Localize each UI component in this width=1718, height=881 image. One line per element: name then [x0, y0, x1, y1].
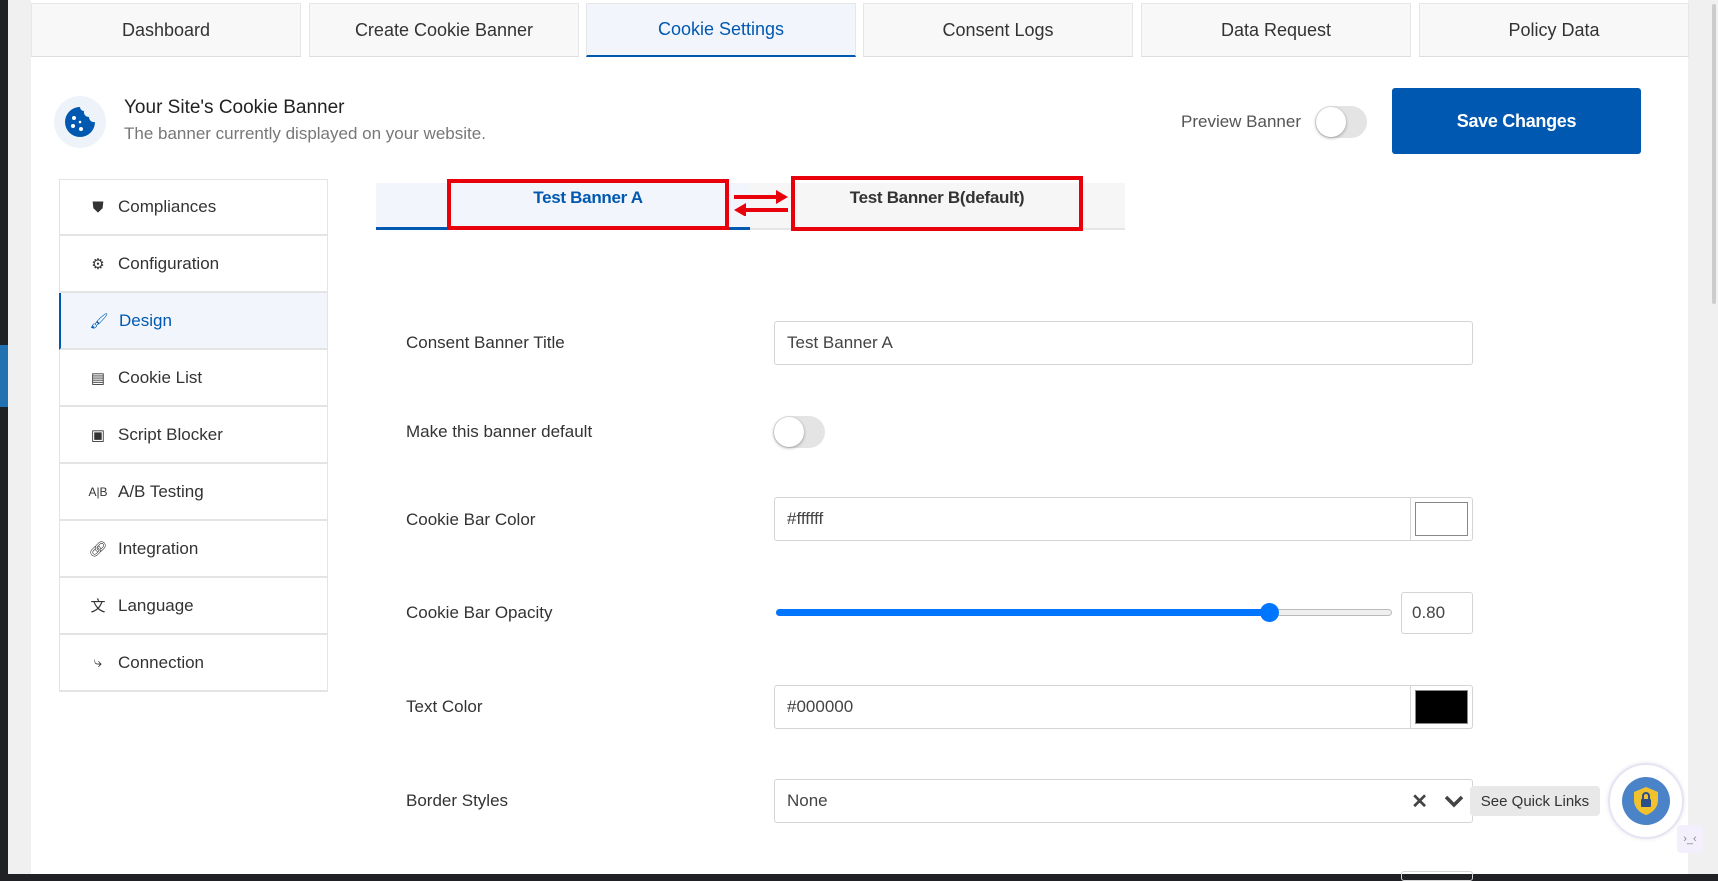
tab-create-cookie-banner[interactable]: Create Cookie Banner [309, 3, 579, 57]
text-color-value: #000000 [787, 697, 854, 716]
sidebar-item-label: Connection [118, 652, 205, 672]
quick-links-tooltip: See Quick Links [1470, 786, 1600, 816]
consent-title-label: Consent Banner Title [406, 333, 565, 352]
make-default-label: Make this banner default [406, 422, 593, 441]
tab-test-banner-b-label[interactable]: Test Banner B(default) [791, 188, 1083, 208]
tab-consent-logs[interactable]: Consent Logs [863, 3, 1133, 57]
border-styles-label: Border Styles [406, 791, 509, 810]
preview-banner-toggle[interactable] [1315, 106, 1367, 138]
assistant-widget-icon[interactable]: ›_‹ [1677, 825, 1703, 853]
chevron-down-icon[interactable] [1444, 794, 1464, 808]
ab-icon: A|B [88, 484, 108, 499]
shield-icon: ⛊ [92, 198, 104, 216]
text-color-label: Text Color [406, 697, 483, 716]
sidebar-item-label: Cookie List [118, 367, 203, 387]
text-color-input[interactable]: #000000 [774, 685, 1473, 729]
preview-banner-label: Preview Banner [1181, 112, 1302, 131]
sidebar-item-connection[interactable]: ⤷ Connection [59, 635, 328, 692]
shield-lock-icon [1634, 787, 1658, 815]
text-color-swatch[interactable] [1410, 686, 1472, 728]
opacity-slider-fill [776, 609, 1269, 616]
sidebar-item-cookie-list[interactable]: ▤ Cookie List [59, 350, 328, 407]
border-styles-select[interactable]: None ✕ [774, 779, 1473, 823]
gears-icon: ⚙ [91, 255, 105, 273]
left-edge-marker [0, 345, 8, 407]
sidebar-item-configuration[interactable]: ⚙ Configuration [59, 236, 328, 293]
sidebar-item-integration[interactable]: 🔗︎ Integration [59, 521, 328, 578]
scroll-icon: ▤ [90, 369, 106, 387]
sidebar-item-language[interactable]: 文 Language [59, 578, 328, 635]
clear-icon[interactable]: ✕ [1411, 789, 1428, 814]
tab-cookie-settings[interactable]: Cookie Settings [586, 3, 856, 57]
brush-icon: 🖌 [89, 312, 109, 330]
link-icon: 🔗︎ [88, 540, 108, 558]
page-subtitle: The banner currently displayed on your w… [124, 124, 486, 143]
sidebar-item-label: Language [118, 595, 194, 615]
tab-policy-data[interactable]: Policy Data [1419, 3, 1689, 57]
sidebar-item-script-blocker[interactable]: ▣ Script Blocker [59, 407, 328, 464]
tab-dashboard[interactable]: Dashboard [31, 3, 301, 57]
save-changes-button[interactable]: Save Changes [1392, 88, 1641, 154]
page-title: Your Site's Cookie Banner [124, 97, 345, 118]
cookie-icon [54, 96, 106, 148]
opacity-slider-thumb[interactable] [1259, 603, 1279, 622]
next-field-input[interactable] [1401, 871, 1473, 881]
cookie-bar-color-label: Cookie Bar Color [406, 510, 536, 529]
scrollbar[interactable] [1688, 0, 1718, 874]
sidebar-item-design[interactable]: 🖌 Design [59, 293, 328, 350]
border-styles-value: None [787, 791, 828, 810]
sidebar-item-label: A/B Testing [118, 481, 204, 501]
connection-icon: ⤷ [93, 654, 103, 671]
sidebar-item-compliances[interactable]: ⛊ Compliances [59, 179, 328, 236]
swap-arrows-icon [734, 190, 788, 216]
opacity-number-input[interactable]: 0.80 [1401, 592, 1473, 634]
sidebar-item-label: Compliances [118, 197, 217, 216]
sidebar-item-ab-testing[interactable]: A|B A/B Testing [59, 464, 328, 521]
cookie-bar-opacity-label: Cookie Bar Opacity [406, 603, 553, 622]
make-default-toggle[interactable] [773, 416, 825, 448]
sidebar-item-label: Design [119, 310, 172, 330]
consent-title-input[interactable]: Test Banner A [774, 321, 1473, 365]
settings-sidebar: ⛊ Compliances ⚙ Configuration 🖌 Design ▤ Coo… [59, 179, 328, 692]
cookie-bar-color-swatch[interactable] [1410, 498, 1472, 540]
translate-icon: 文 [90, 598, 106, 615]
script-icon: ▣ [90, 426, 106, 444]
left-edge [8, 0, 31, 874]
cookie-bar-color-value: #ffffff [787, 509, 824, 528]
opacity-value: 0.80 [1412, 603, 1446, 622]
tab-test-banner-a-label[interactable]: Test Banner A [447, 188, 729, 208]
tab-data-request[interactable]: Data Request [1141, 3, 1411, 57]
sidebar-item-label: Configuration [118, 253, 220, 273]
quick-links-button[interactable] [1608, 763, 1684, 839]
consent-title-value: Test Banner A [787, 333, 893, 352]
sidebar-item-label: Script Blocker [118, 424, 223, 444]
sidebar-item-label: Integration [118, 538, 199, 558]
cookie-bar-color-input[interactable]: #ffffff [774, 497, 1473, 541]
